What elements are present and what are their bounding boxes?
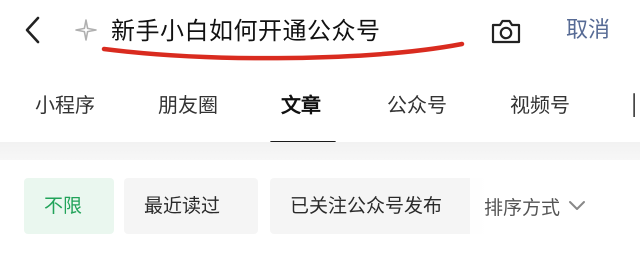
filter-row: 不限 最近读过 已关注公众号发布 排序方式 xyxy=(0,160,640,255)
back-arrow-icon[interactable] xyxy=(18,12,48,48)
sort-label: 排序方式 xyxy=(484,196,561,219)
tab-mini-programs[interactable]: 小程序 xyxy=(35,90,95,120)
filter-chip-unlimited[interactable]: 不限 xyxy=(24,178,114,234)
search-input[interactable]: 新手小白如何开通公众号 xyxy=(111,11,381,51)
tab-articles[interactable]: 文章 xyxy=(281,90,321,120)
search-bar: 新手小白如何开通公众号 取消 xyxy=(0,0,640,66)
chevron-down-icon xyxy=(568,197,586,215)
filter-chip-recently-read[interactable]: 最近读过 xyxy=(124,178,258,234)
tab-official-accounts[interactable]: 公众号 xyxy=(387,90,447,120)
sort-dropdown[interactable]: 排序方式 xyxy=(470,178,640,234)
sparkle-icon xyxy=(74,18,98,42)
search-category-tabs: 小程序 朋友圈 文章 公众号 视频号 │ xyxy=(0,68,640,144)
cancel-button[interactable]: 取消 xyxy=(566,14,610,48)
tab-overflow-cut: │ xyxy=(628,93,640,117)
section-divider xyxy=(0,142,640,160)
camera-icon[interactable] xyxy=(489,14,523,48)
tab-channels[interactable]: 视频号 xyxy=(510,90,570,120)
tab-moments[interactable]: 朋友圈 xyxy=(158,90,218,120)
filter-chip-followed-accounts[interactable]: 已关注公众号发布 xyxy=(270,178,490,234)
